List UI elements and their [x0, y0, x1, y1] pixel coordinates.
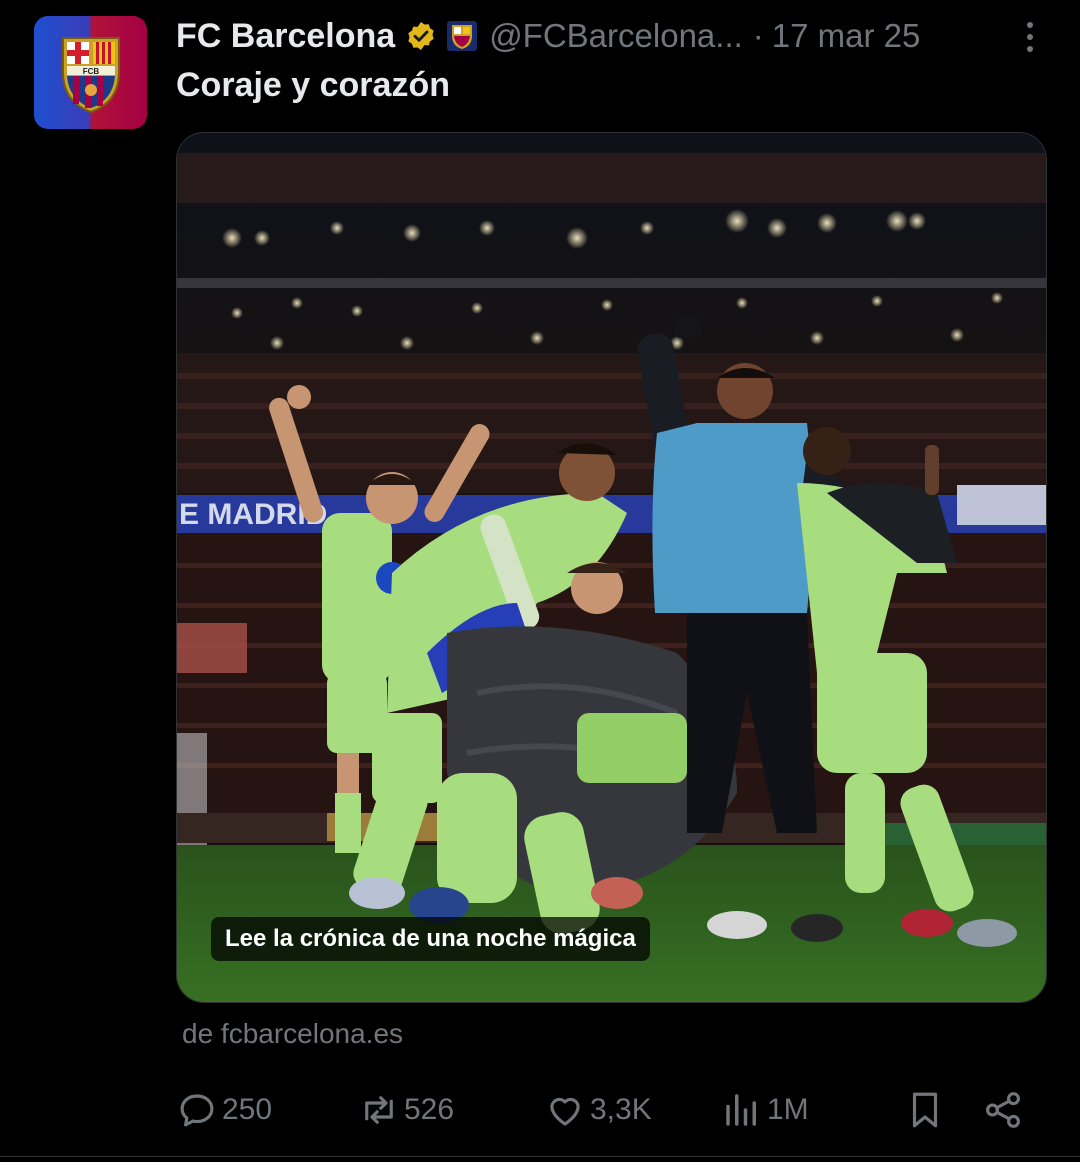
svg-text:FCB: FCB	[82, 67, 99, 76]
timestamp[interactable]: 17 mar 25	[772, 17, 921, 55]
more-icon[interactable]	[1020, 18, 1040, 58]
tweet-text: Coraje y corazón	[176, 66, 450, 104]
author-handle[interactable]: @FCBarcelona...	[489, 17, 743, 55]
share-icon	[986, 1092, 1020, 1128]
repost-icon	[365, 1096, 393, 1124]
reply-icon	[180, 1094, 214, 1127]
share-button[interactable]	[982, 1082, 1024, 1138]
repost-button[interactable]: 526	[358, 1082, 454, 1138]
like-icon	[550, 1097, 580, 1126]
action-bar: 250 526 3,3K 1M	[176, 1082, 1036, 1138]
club-badge-icon	[447, 21, 478, 51]
profile-avatar[interactable]: FCB	[34, 16, 147, 129]
reply-count: 250	[222, 1093, 273, 1126]
divider	[0, 1156, 1080, 1157]
like-button[interactable]: 3,3K	[544, 1082, 652, 1138]
views-icon	[726, 1094, 756, 1126]
views-button[interactable]: 1M	[721, 1082, 809, 1138]
views-count: 1M	[767, 1093, 809, 1126]
tweet-header: FC Barcelona @FCBarcelona... · 17 mar 25	[176, 12, 1056, 60]
separator-dot: ·	[752, 17, 764, 54]
like-count: 3,3K	[590, 1093, 652, 1126]
repost-count: 526	[404, 1093, 455, 1126]
verified-badge-icon	[408, 22, 434, 50]
author-name[interactable]: FC Barcelona	[176, 17, 395, 56]
card-title[interactable]: Lee la crónica de una noche mágica	[211, 917, 650, 961]
link-card[interactable]: E MADRID Lee la crónica de una noche mág…	[176, 132, 1047, 1003]
reply-button[interactable]: 250	[176, 1082, 272, 1138]
bookmark-button[interactable]	[904, 1082, 946, 1138]
celebration-photo: E MADRID	[177, 133, 1046, 1002]
fcb-crest-icon: FCB	[61, 36, 120, 113]
link-source[interactable]: de fcbarcelona.es	[182, 1018, 403, 1050]
bookmark-icon	[912, 1092, 938, 1128]
